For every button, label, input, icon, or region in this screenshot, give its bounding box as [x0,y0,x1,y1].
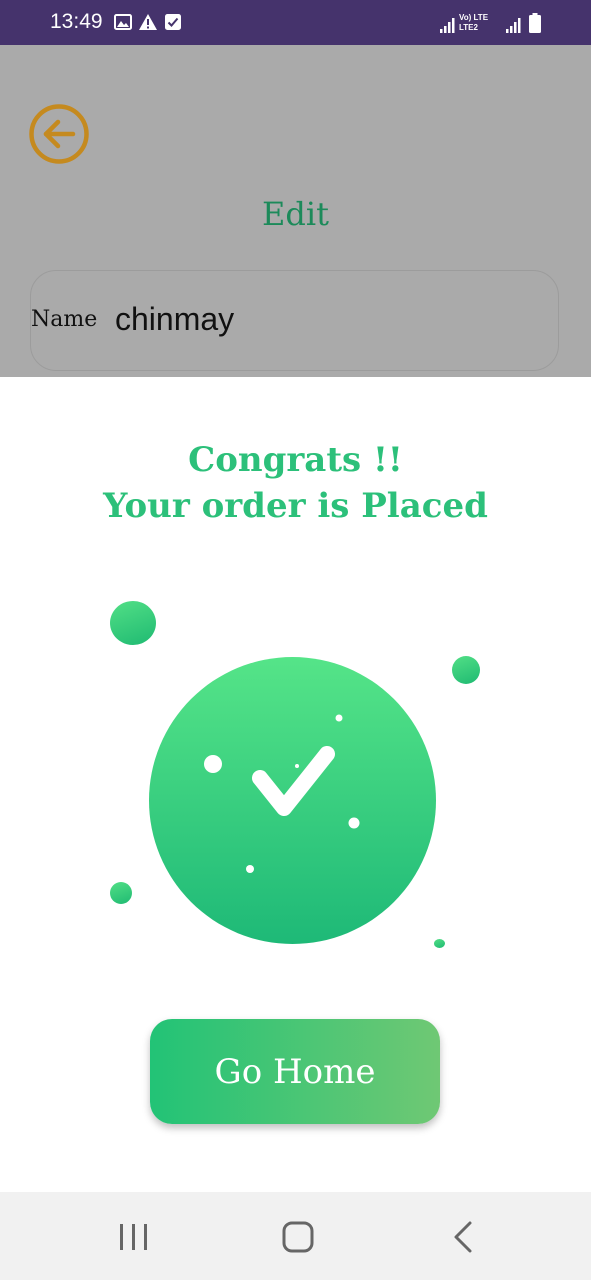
decor-dot [110,601,156,645]
battery-icon [529,13,541,33]
recent-apps-button[interactable] [114,1220,154,1254]
warning-icon [139,14,157,30]
name-field-value[interactable]: chinmay [115,301,234,338]
signal-icon [440,18,455,33]
network-slot-label: LTE2 [459,23,478,32]
success-message: Congrats !! Your order is Placed [0,437,591,529]
decor-dot [110,882,132,904]
page-title: Edit [262,195,329,233]
back-nav-button[interactable] [444,1220,484,1254]
checkbox-icon [165,14,181,30]
image-icon [114,14,132,30]
status-bar: 13:49 Vo) LTE LTE2 [0,0,591,45]
check-icon [204,714,360,873]
system-navigation-bar [0,1192,591,1280]
order-placed-text: Your order is Placed [103,486,488,526]
success-badge [149,657,436,944]
recent-apps-icon [120,1224,147,1250]
back-icon [454,1221,472,1253]
signal-icon [506,18,521,33]
name-field-label: Name [31,307,98,332]
order-success-sheet: Congrats !! Your order is Placed Go Home [0,377,591,1192]
home-icon [282,1221,314,1253]
back-button[interactable] [29,104,89,164]
congrats-heading: Congrats !! [188,440,403,480]
network-type-label: Vo) LTE [459,13,489,22]
go-home-button[interactable]: Go Home [150,1019,440,1124]
decor-dot [452,656,480,684]
edit-profile-page: Edit Name chinmay [0,45,591,377]
status-system-icons: Vo) LTE LTE2 [440,13,550,33]
arrow-left-circle-icon [29,104,89,164]
home-button[interactable] [278,1220,318,1254]
name-field[interactable]: Name chinmay [30,270,559,371]
status-time: 13:49 [50,10,103,33]
